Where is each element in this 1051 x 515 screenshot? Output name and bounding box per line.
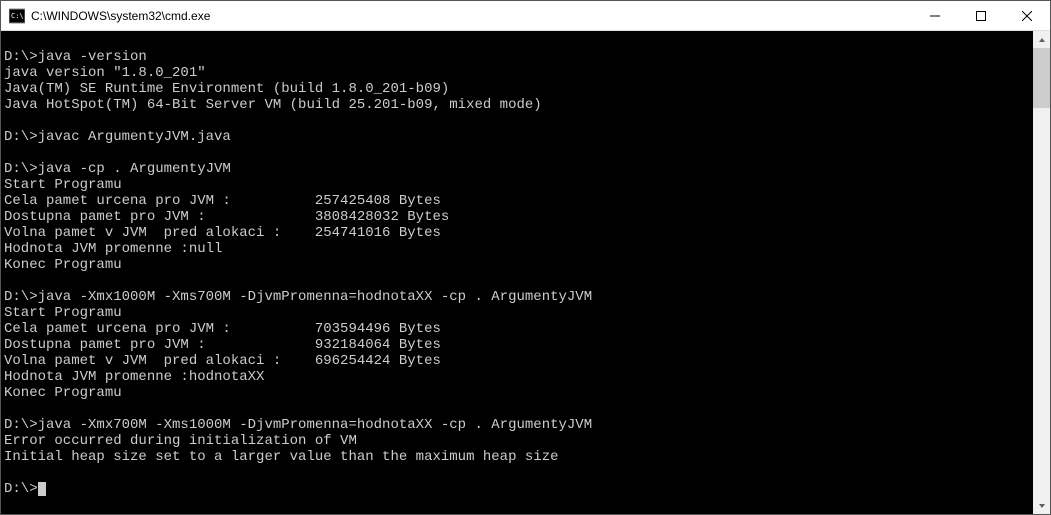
svg-text:C:\: C:\ <box>11 12 24 20</box>
terminal-output[interactable]: D:\>java -version java version "1.8.0_20… <box>1 31 1033 514</box>
vertical-scrollbar[interactable] <box>1033 31 1050 514</box>
window-title: C:\WINDOWS\system32\cmd.exe <box>31 9 912 23</box>
maximize-button[interactable] <box>958 1 1004 30</box>
cmd-window: C:\ C:\WINDOWS\system32\cmd.exe D:\>java… <box>0 0 1051 515</box>
scrollbar-track[interactable] <box>1033 48 1050 497</box>
cmd-icon: C:\ <box>9 8 25 24</box>
minimize-button[interactable] <box>912 1 958 30</box>
scrollbar-thumb[interactable] <box>1033 48 1050 108</box>
scrollbar-down-button[interactable] <box>1033 497 1050 514</box>
window-controls <box>912 1 1050 30</box>
close-button[interactable] <box>1004 1 1050 30</box>
content-area: D:\>java -version java version "1.8.0_20… <box>1 31 1050 514</box>
cursor <box>38 482 46 496</box>
scrollbar-up-button[interactable] <box>1033 31 1050 48</box>
titlebar[interactable]: C:\ C:\WINDOWS\system32\cmd.exe <box>1 1 1050 31</box>
